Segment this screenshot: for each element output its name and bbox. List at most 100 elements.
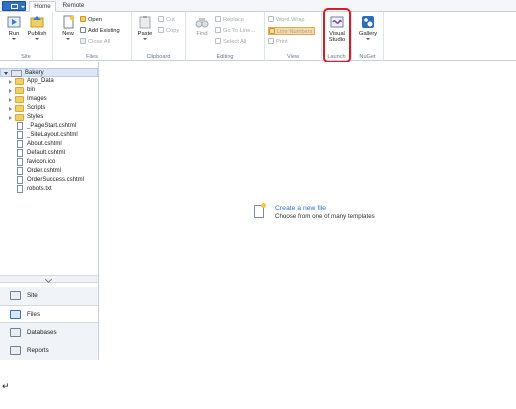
print-button[interactable]: Print [268, 38, 288, 46]
return-mark: ↵ [2, 382, 10, 392]
tree-file[interactable]: Order.cshtml [0, 167, 98, 176]
databases-icon [10, 328, 21, 337]
tree-folder[interactable]: Images [0, 95, 98, 104]
goto-line-label: Go To Line... [223, 28, 256, 34]
replace-icon [215, 16, 221, 22]
expand-arrow-icon[interactable] [9, 80, 12, 84]
expand-arrow-icon[interactable] [9, 107, 12, 111]
file-icon [17, 140, 23, 148]
visual-studio-highlight [323, 8, 351, 63]
new-button[interactable]: New [57, 15, 79, 40]
chevron-down-icon [143, 38, 147, 40]
word-wrap-toggle[interactable]: Word Wrap [268, 16, 305, 24]
group-label-editing: Editing [216, 54, 234, 60]
expand-arrow-icon[interactable] [9, 98, 12, 102]
tree-folder-label: bin [27, 87, 36, 93]
tab-home[interactable]: Home [29, 1, 56, 12]
file-icon [17, 167, 23, 175]
site-project-icon [11, 70, 22, 77]
tree-file-label: About.cshtml [27, 141, 62, 147]
close-all-label: Close All [88, 39, 111, 45]
nav-splitter[interactable] [0, 275, 98, 284]
nav-item-files[interactable]: Files [0, 305, 98, 323]
word-wrap-icon [268, 16, 274, 22]
line-numbers-label: Line Numbers [277, 29, 313, 35]
tree-file-label: OrderSuccess.cshtml [27, 177, 85, 183]
find-button[interactable]: Find [191, 15, 213, 37]
tree-folder-label: App_Data [27, 78, 54, 84]
tree-root-bakery[interactable]: Bakery [0, 68, 98, 77]
open-label: Open [88, 17, 102, 23]
tab-remote[interactable]: Remote [58, 1, 89, 12]
tree-file[interactable]: robots.txt [0, 185, 98, 194]
tree-folder[interactable]: Scripts [0, 104, 98, 113]
paste-label: Paste [137, 31, 153, 37]
tree-folder-label: Images [27, 96, 47, 102]
nav-item-site[interactable]: Site [0, 287, 98, 305]
tree-file[interactable]: _PageStart.cshtml [0, 122, 98, 131]
expand-arrow-icon[interactable] [9, 89, 12, 93]
tree-file[interactable]: Default.cshtml [0, 149, 98, 158]
files-icon [10, 310, 21, 319]
nav-item-databases[interactable]: Databases [0, 324, 98, 342]
arrow-right-icon [215, 27, 221, 33]
tree-file-label: robots.txt [27, 186, 52, 192]
file-tree: Bakery App_Data bin Images Scripts Style… [0, 68, 98, 273]
new-file-icon [254, 203, 266, 218]
line-numbers-icon [269, 28, 275, 34]
copy-button[interactable]: Copy [158, 27, 179, 35]
publish-label: Publish [27, 31, 47, 37]
add-existing-button[interactable]: Add Existing [80, 27, 120, 35]
collapse-arrow-icon[interactable] [4, 72, 8, 75]
tree-folder[interactable]: App_Data [0, 77, 98, 86]
nav-item-label: Reports [27, 347, 49, 354]
expand-arrow-icon[interactable] [9, 116, 12, 120]
tree-folder[interactable]: Styles [0, 113, 98, 122]
create-new-file-link[interactable]: Create a new file [275, 205, 326, 212]
paste-button[interactable]: Paste [134, 15, 156, 40]
tree-file[interactable]: _SiteLayout.cshtml [0, 131, 98, 140]
publish-icon [30, 15, 44, 29]
line-numbers-toggle[interactable]: Line Numbers [268, 27, 316, 35]
run-button[interactable]: Run [3, 15, 25, 40]
cut-button[interactable]: Cut [158, 16, 175, 24]
ribbon-group-view: Word Wrap Line Numbers Print View [265, 12, 322, 61]
gallery-label: Gallery [358, 31, 378, 37]
tree-file-label: Default.cshtml [27, 150, 66, 156]
tree-file-label: favicon.ico [27, 159, 56, 165]
reports-icon [10, 346, 21, 355]
file-icon [17, 122, 23, 130]
tree-folder-label: Scripts [27, 105, 46, 111]
ribbon-group-site: Run Publish Site [0, 12, 53, 61]
tree-folder-label: Styles [27, 114, 44, 120]
webmatrix-window: Home Remote Run Publish Site New Open Ad… [0, 0, 516, 364]
publish-button[interactable]: Publish [26, 15, 48, 40]
group-label-view: View [286, 54, 300, 60]
ribbon-group-editing: Find Replace Go To Line... Select All Ed… [186, 12, 265, 61]
folder-icon [15, 96, 24, 103]
replace-label: Replace [223, 17, 244, 23]
select-all-button[interactable]: Select All [215, 38, 246, 46]
ribbon-group-clipboard: Paste Cut Copy Clipboard [132, 12, 186, 61]
printer-icon [268, 38, 274, 44]
replace-button[interactable]: Replace [215, 16, 244, 24]
group-label-files: Files [86, 54, 98, 60]
chevron-down-icon [366, 38, 370, 40]
nav-item-reports[interactable]: Reports [0, 342, 98, 360]
gallery-button[interactable]: Gallery [357, 15, 379, 40]
file-menu-button[interactable] [2, 1, 26, 11]
goto-line-button[interactable]: Go To Line... [215, 27, 255, 35]
print-label: Print [276, 39, 288, 45]
workspace-nav: Site Files Databases Reports [0, 287, 98, 360]
open-button[interactable]: Open [80, 16, 102, 24]
add-existing-icon [80, 27, 86, 33]
group-label-nuget: NuGet [359, 54, 376, 60]
cut-label: Cut [166, 17, 175, 23]
tree-file[interactable]: About.cshtml [0, 140, 98, 149]
tree-folder[interactable]: bin [0, 86, 98, 95]
folder-icon [15, 105, 24, 112]
copy-label: Copy [166, 28, 180, 34]
close-all-button[interactable]: Close All [80, 38, 110, 46]
tree-file[interactable]: favicon.ico [0, 158, 98, 167]
tree-file[interactable]: OrderSuccess.cshtml [0, 176, 98, 185]
